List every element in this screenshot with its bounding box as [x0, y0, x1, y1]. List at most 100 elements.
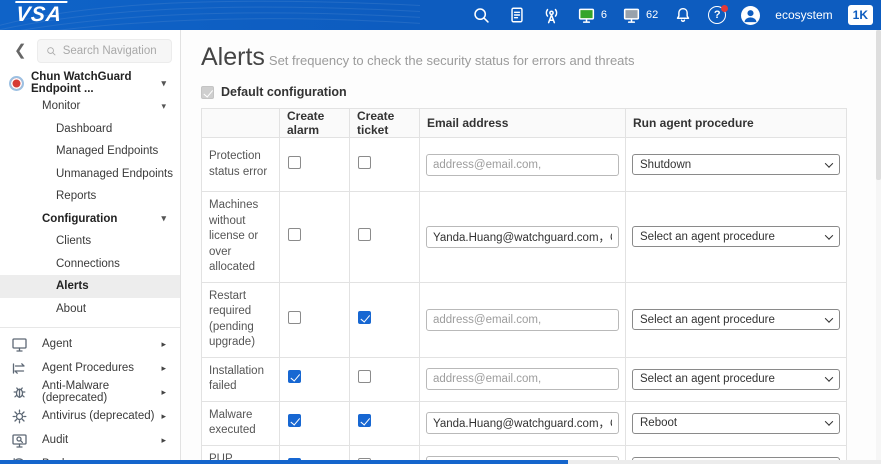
- chevron-down-icon: ▾: [161, 100, 166, 111]
- create-ticket-checkbox[interactable]: [358, 227, 371, 241]
- email-address-input[interactable]: [426, 412, 619, 435]
- vertical-scrollbar-thumb[interactable]: [876, 30, 881, 180]
- sidebar-item-monitor[interactable]: Monitor ▾: [0, 95, 180, 118]
- sidebar-item-label: Alerts: [56, 280, 89, 293]
- help-glyph: ?: [713, 9, 721, 21]
- selected-procedure: Select an agent procedure: [640, 373, 775, 386]
- email-address-input[interactable]: [426, 368, 619, 391]
- selected-procedure: Select an agent procedure: [640, 313, 775, 326]
- agent-procedure-select[interactable]: Shutdown: [632, 154, 840, 175]
- sidebar-item-reports[interactable]: Reports: [0, 185, 180, 208]
- selected-procedure: Reboot: [640, 417, 678, 430]
- sidebar-item-clients[interactable]: Clients: [0, 230, 180, 253]
- user-name[interactable]: ecosystem: [775, 8, 832, 22]
- broadcast-antenna-icon[interactable]: [542, 5, 562, 25]
- sidebar-item-label: Managed Endpoints: [56, 145, 159, 158]
- watchguard-logo-icon: [9, 75, 24, 91]
- horizontal-scrollbar-thumb[interactable]: [0, 460, 568, 464]
- vsa-logo: VSA: [12, 1, 68, 29]
- sidebar-item-label: Connections: [56, 257, 120, 270]
- email-address-input[interactable]: [426, 308, 619, 331]
- sidebar-item-configuration[interactable]: Configuration ▾: [0, 208, 180, 231]
- chevron-down-icon: ▾: [161, 213, 166, 224]
- chevron-down-icon: [824, 373, 834, 382]
- sidebar-item-alerts[interactable]: Alerts: [0, 275, 180, 298]
- email-address-input[interactable]: [426, 225, 619, 248]
- alerts-table: Create alarm Create ticket Email address…: [201, 108, 847, 464]
- help-icon[interactable]: ?: [708, 5, 729, 24]
- create-alarm-checkbox[interactable]: [288, 227, 301, 241]
- sidebar-item-unmanaged-endpoints[interactable]: Unmanaged Endpoints: [0, 163, 180, 186]
- create-alarm-checkbox[interactable]: [288, 370, 301, 384]
- notifications-bell-icon[interactable]: [673, 5, 693, 25]
- row-label: Machines without license or over allocat…: [201, 191, 280, 283]
- agent-procedure-select[interactable]: Select an agent procedure: [632, 309, 840, 331]
- sidebar-divider: [0, 327, 180, 328]
- online-machines-indicator[interactable]: 6: [577, 6, 607, 25]
- bug-icon: [13, 386, 26, 398]
- email-address-input[interactable]: [426, 153, 619, 176]
- create-alarm-checkbox[interactable]: [288, 414, 301, 428]
- row-label: Malware executed: [201, 400, 280, 446]
- search-icon[interactable]: [472, 5, 492, 25]
- sidebar-item-dashboard[interactable]: Dashboard: [0, 118, 180, 141]
- sidebar-item-label: Antivirus (deprecated): [42, 410, 155, 422]
- sidebar-search[interactable]: [36, 39, 172, 63]
- selected-procedure: Select an agent procedure: [640, 230, 775, 243]
- selected-procedure: Shutdown: [640, 158, 692, 171]
- root-module-label: Chun WatchGuard Endpoint ...: [31, 71, 132, 95]
- sidebar-item-label: Reports: [56, 190, 97, 203]
- sidebar-item-label: Agent: [42, 338, 73, 350]
- search-icon: [46, 46, 56, 55]
- sidebar-item-label: Monitor: [42, 100, 81, 113]
- chevron-down-icon: [824, 313, 834, 323]
- row-label: Installation failed: [201, 356, 280, 402]
- sidebar-item-audit[interactable]: Audit ▸: [0, 428, 180, 452]
- sidebar-item-label: Anti-Malware (deprecated): [42, 380, 110, 404]
- header-create-alarm: Create alarm: [279, 108, 350, 138]
- procedures-icon: [12, 362, 25, 374]
- table-row-malware-executed: Malware executed Reboot: [201, 400, 847, 446]
- sidebar-collapse-button[interactable]: ❮: [10, 42, 31, 60]
- agent-procedure-select[interactable]: Select an agent procedure: [632, 368, 840, 390]
- sidebar: ❮ Chun WatchGuard Endpoint ... ▾ Monitor…: [0, 30, 181, 464]
- sidebar-item-root-module[interactable]: Chun WatchGuard Endpoint ... ▾: [0, 71, 180, 95]
- sidebar-item-label: Unmanaged Endpoints: [56, 167, 173, 180]
- search-navigation-input[interactable]: [62, 45, 163, 57]
- table-row-restart-required: Restart required (pending upgrade) Selec…: [201, 281, 847, 358]
- create-ticket-checkbox[interactable]: [358, 414, 371, 428]
- chevron-down-icon: [824, 417, 834, 427]
- create-alarm-checkbox[interactable]: [288, 310, 301, 324]
- chevron-down-icon: [824, 158, 834, 168]
- sidebar-item-managed-endpoints[interactable]: Managed Endpoints: [0, 140, 180, 163]
- total-machines-indicator[interactable]: 62: [622, 6, 658, 25]
- header-run-agent-procedure: Run agent procedure: [625, 108, 847, 138]
- page-title-text: Alerts: [201, 43, 265, 71]
- default-configuration-checkbox[interactable]: [201, 85, 214, 99]
- sidebar-item-label: About: [56, 302, 87, 315]
- agent-procedure-select[interactable]: Select an agent procedure: [632, 226, 840, 248]
- create-ticket-checkbox[interactable]: [358, 370, 371, 384]
- agent-procedure-select[interactable]: Reboot: [632, 412, 840, 434]
- sidebar-item-label: Configuration: [42, 212, 118, 225]
- online-count: 6: [600, 9, 608, 21]
- kaseya-brand-badge[interactable]: 1K: [847, 5, 873, 25]
- row-label: Protection status error: [201, 137, 280, 192]
- sidebar-item-antivirus[interactable]: Antivirus (deprecated) ▸: [0, 404, 180, 428]
- gear-icon: [12, 409, 27, 423]
- sidebar-item-about[interactable]: About: [0, 298, 180, 321]
- user-avatar-icon[interactable]: [741, 5, 761, 25]
- table-row-machines-without-license: Machines without license or over allocat…: [201, 191, 847, 283]
- sidebar-item-agent-procedures[interactable]: Agent Procedures ▸: [0, 356, 180, 380]
- chevron-right-icon: ▸: [161, 338, 166, 349]
- default-configuration-row: Default configuration: [201, 85, 881, 99]
- create-ticket-checkbox[interactable]: [358, 155, 371, 169]
- document-icon[interactable]: [507, 5, 527, 25]
- create-ticket-checkbox[interactable]: [358, 310, 371, 324]
- sidebar-item-agent[interactable]: Agent ▸: [0, 332, 180, 356]
- horizontal-scrollbar: [0, 460, 881, 464]
- create-alarm-checkbox[interactable]: [288, 155, 301, 169]
- sidebar-item-anti-malware[interactable]: Anti-Malware (deprecated) ▸: [0, 380, 180, 404]
- sidebar-item-connections[interactable]: Connections: [0, 253, 180, 276]
- page-subtitle: Set frequency to check the security stat…: [268, 53, 635, 68]
